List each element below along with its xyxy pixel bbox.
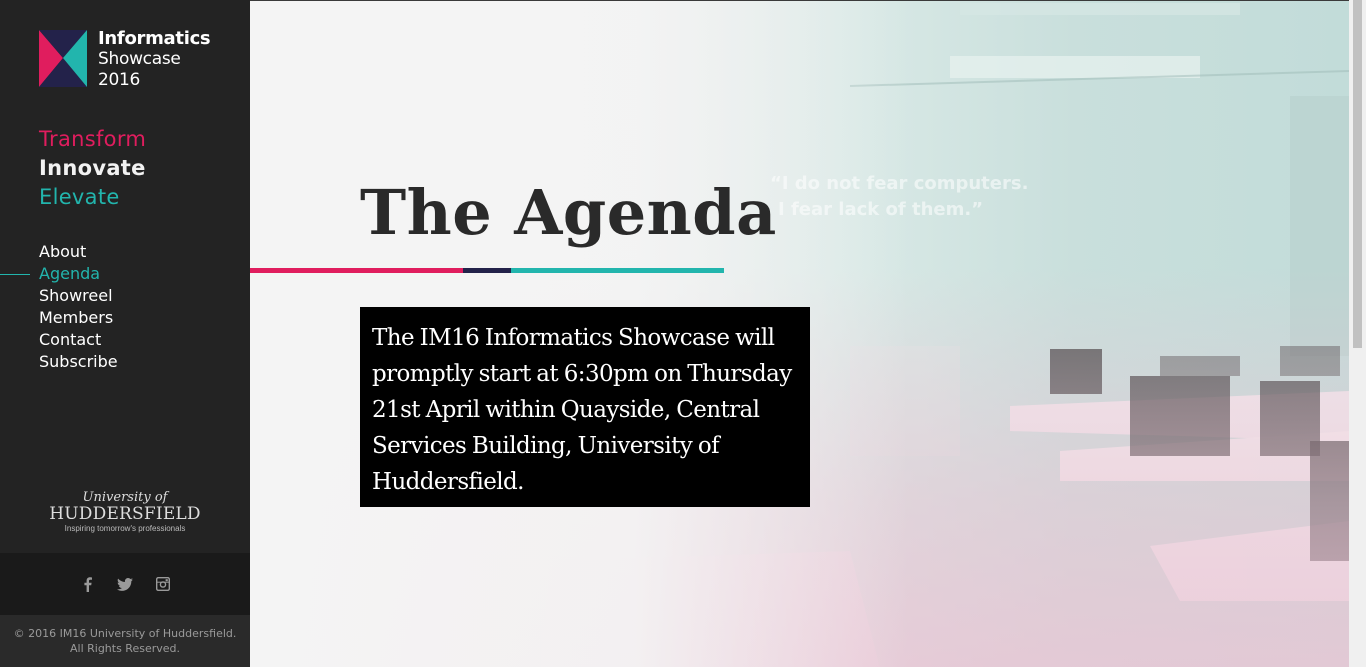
page-title: The Agenda — [360, 176, 777, 249]
underline-teal-segment — [511, 268, 724, 273]
tagline-innovate: Innovate — [39, 156, 146, 180]
social-links — [0, 553, 250, 615]
main-content: “I do not fear computers. I fear lack of… — [250, 0, 1349, 667]
nav-item-about[interactable]: About — [0, 241, 250, 263]
scrollbar-thumb[interactable] — [1353, 0, 1362, 348]
logo-line-3: 2016 — [98, 70, 141, 90]
agenda-text-box: The IM16 Informatics Showcase will promp… — [360, 307, 810, 507]
tagline-elevate: Elevate — [39, 185, 120, 209]
copyright-line-2: All Rights Reserved. — [69, 642, 181, 655]
tagline-transform: Transform — [39, 127, 147, 151]
title-underline — [250, 268, 724, 273]
logo-line-2: Showcase — [98, 49, 181, 69]
university-logo-line-1: University of — [82, 490, 168, 505]
nav-item-contact[interactable]: Contact — [0, 329, 250, 351]
nav-item-showreel[interactable]: Showreel — [0, 285, 250, 307]
nav-item-members[interactable]: Members — [0, 307, 250, 329]
quote-line-2: I fear lack of them.” — [778, 199, 984, 220]
twitter-icon[interactable] — [117, 576, 133, 592]
nav-item-agenda[interactable]: Agenda — [0, 263, 250, 285]
instagram-icon[interactable] — [155, 576, 171, 592]
university-logo-line-2: HUDDERSFIELD — [49, 504, 201, 524]
university-logo-line-3: Inspiring tomorrow's professionals — [64, 524, 186, 533]
copyright-line-1: © 2016 IM16 University of Huddersfield. — [13, 627, 237, 640]
copyright-footer: © 2016 IM16 University of Huddersfield. … — [0, 615, 250, 667]
underline-navy-segment — [463, 268, 511, 273]
agenda-description: The IM16 Informatics Showcase will promp… — [372, 325, 792, 495]
logo-mark-icon — [39, 30, 87, 87]
quote-line-1: “I do not fear computers. — [770, 173, 1029, 194]
university-logo[interactable]: University of HUDDERSFIELD Inspiring tom… — [0, 490, 250, 534]
logo-text: Informatics Showcase 2016 — [98, 28, 211, 91]
site-logo[interactable]: Informatics Showcase 2016 — [39, 28, 211, 90]
page-scrollbar[interactable] — [1349, 0, 1366, 667]
main-nav: About Agenda Showreel Members Contact Su… — [0, 241, 250, 373]
nav-item-subscribe[interactable]: Subscribe — [0, 351, 250, 373]
tagline: Transform Innovate Elevate — [39, 125, 146, 212]
facebook-icon[interactable] — [79, 576, 95, 592]
logo-line-1: Informatics — [98, 28, 211, 49]
background-quote: “I do not fear computers. I fear lack of… — [770, 171, 1028, 223]
underline-pink-segment — [250, 268, 463, 273]
sidebar: Informatics Showcase 2016 Transform Inno… — [0, 0, 250, 667]
